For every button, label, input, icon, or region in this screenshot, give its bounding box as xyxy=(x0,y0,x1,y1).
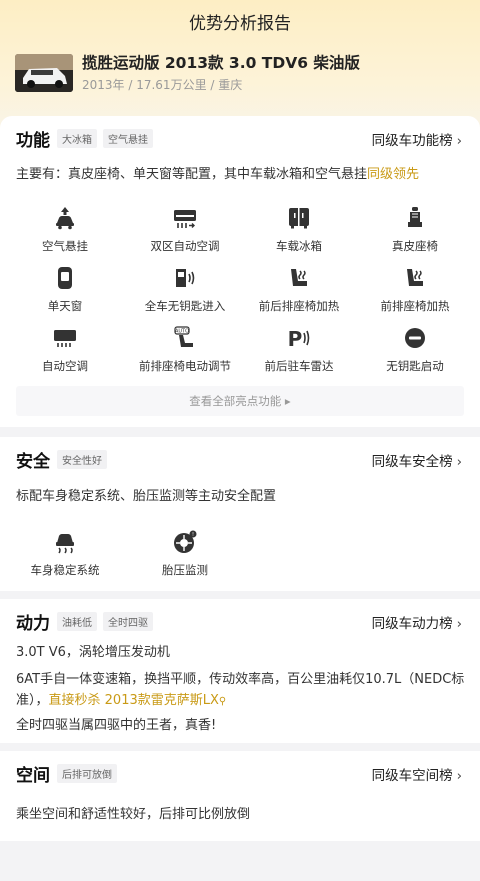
feature-label: 前排座椅加热 xyxy=(380,299,450,313)
sunroof-icon xyxy=(58,267,72,289)
keyless-start-icon xyxy=(405,328,425,348)
feature-seat-heat-front-rear[interactable]: 前后排座椅加热 xyxy=(239,266,359,314)
feature-tire-pressure[interactable]: ! 胎压监测 xyxy=(125,530,245,578)
feature-parking-radar[interactable]: P 前后驻车雷达 xyxy=(239,326,359,374)
chevron-right-icon: › xyxy=(456,454,462,470)
transmission-text: 6AT手自一体变速箱，换挡平顺，传动效率高，百公里油耗仅10.7L（NEDC标准… xyxy=(16,669,466,712)
feature-label: 全车无钥匙进入 xyxy=(144,299,226,313)
tag: 全时四驱 xyxy=(103,612,153,631)
space-card: 空间 后排可放倒 同级车空间榜 › 乘坐空间和舒适性较好，后排可比例放倒 xyxy=(0,751,480,841)
section-title: 功能 xyxy=(16,131,50,151)
keyless-entry-icon xyxy=(176,269,195,287)
section-title: 动力 xyxy=(16,614,50,634)
rank-link-label: 同级车空间榜 xyxy=(371,768,453,784)
feature-label: 前排座椅电动调节 xyxy=(139,359,231,373)
safety-card: 安全 安全性好 同级车安全榜 › 标配车身稳定系统、胎压监测等主动安全配置 车身稳… xyxy=(0,437,480,591)
space-summary: 乘坐空间和舒适性较好，后排可比例放倒 xyxy=(16,807,251,822)
auto-ac-icon xyxy=(54,330,76,347)
function-header: 功能 大冰箱 空气悬挂 xyxy=(16,126,153,151)
feature-label: 前后排座椅加热 xyxy=(258,299,340,313)
feature-auto-ac[interactable]: 自动空调 xyxy=(5,326,125,374)
tire-pressure-icon: ! xyxy=(174,530,197,553)
car-meta: 2013年 / 17.61万公里 / 重庆 xyxy=(82,78,243,92)
section-title: 安全 xyxy=(16,452,50,472)
chevron-right-icon: › xyxy=(456,768,462,784)
section-title: 空间 xyxy=(16,766,50,786)
chevron-right-icon: › xyxy=(456,616,462,632)
space-rank-link[interactable]: 同级车空间榜 › xyxy=(372,764,462,784)
space-header: 空间 后排可放倒 xyxy=(16,761,117,786)
feature-keyless-entry[interactable]: 全车无钥匙进入 xyxy=(125,266,245,314)
tag: 安全性好 xyxy=(57,450,107,469)
section-divider xyxy=(0,427,480,435)
fridge-icon xyxy=(289,208,309,229)
rank-link-label: 同级车安全榜 xyxy=(371,454,453,470)
feature-power-seat[interactable]: AUTO 前排座椅电动调节 xyxy=(125,326,245,374)
stability-control-icon xyxy=(56,534,74,554)
power-rank-link[interactable]: 同级车动力榜 › xyxy=(372,612,462,632)
engine-text: 3.0T V6，涡轮增压发动机 xyxy=(16,645,170,660)
summary-highlight: 同级领先 xyxy=(367,167,420,182)
svg-text:P: P xyxy=(288,327,303,350)
feature-seat-heat-front[interactable]: 前排座椅加热 xyxy=(355,266,475,314)
summary-text: 主要有：真皮座椅、单天窗等配置，其中车载冰箱和空气悬挂 xyxy=(16,167,368,182)
drivetrain-text: 全时四驱当属四驱中的王者，真香! xyxy=(16,718,217,733)
rival-highlight-link[interactable]: 直接秒杀 2013款雷克萨斯LX xyxy=(49,693,219,708)
tag: 油耗低 xyxy=(57,612,97,631)
safety-header: 安全 安全性好 xyxy=(16,447,107,472)
chevron-right-icon: › xyxy=(456,133,462,149)
function-card: 功能 大冰箱 空气悬挂 同级车功能榜 › 主要有：真皮座椅、单天窗等配置，其中车载… xyxy=(0,116,480,427)
rank-link-label: 同级车动力榜 xyxy=(371,616,453,632)
leather-seat-icon xyxy=(408,207,422,227)
feature-label: 双区自动空调 xyxy=(150,239,220,253)
search-icon: ⚲ xyxy=(218,696,227,707)
page-title: 优势分析报告 xyxy=(189,14,291,34)
feature-label: 自动空调 xyxy=(42,359,88,373)
feature-label: 单天窗 xyxy=(47,299,83,313)
safety-summary: 标配车身稳定系统、胎压监测等主动安全配置 xyxy=(16,489,277,504)
power-card: 动力 油耗低 全时四驱 同级车动力榜 › 3.0T V6，涡轮增压发动机 6AT手… xyxy=(0,599,480,743)
feature-keyless-start[interactable]: 无钥匙启动 xyxy=(355,326,475,374)
function-rank-link[interactable]: 同级车功能榜 › xyxy=(372,129,462,149)
feature-sunroof[interactable]: 单天窗 xyxy=(5,266,125,314)
feature-leather-seat[interactable]: 真皮座椅 xyxy=(355,206,475,254)
feature-label: 空气悬挂 xyxy=(42,239,88,253)
seat-heat-front-rear-icon xyxy=(291,269,307,286)
feature-stability-control[interactable]: 车身稳定系统 xyxy=(5,530,125,578)
car-thumbnail[interactable] xyxy=(15,54,73,92)
view-all-features-button[interactable]: 查看全部亮点功能 ▸ xyxy=(16,386,464,416)
section-divider xyxy=(0,591,480,599)
function-summary: 主要有：真皮座椅、单天窗等配置，其中车载冰箱和空气悬挂同级领先 xyxy=(16,163,419,182)
rank-link-label: 同级车功能榜 xyxy=(371,133,453,149)
seat-heat-front-icon xyxy=(407,269,423,286)
feature-label: 前后驻车雷达 xyxy=(264,359,334,373)
power-seat-icon: AUTO xyxy=(174,326,193,347)
air-suspension-icon xyxy=(56,207,74,230)
car-name: 揽胜运动版 2013款 3.0 TDV6 柴油版 xyxy=(82,54,360,72)
feature-fridge[interactable]: 车载冰箱 xyxy=(239,206,359,254)
section-divider xyxy=(0,743,480,751)
tag: 大冰箱 xyxy=(57,129,97,148)
safety-rank-link[interactable]: 同级车安全榜 › xyxy=(372,450,462,470)
tag: 空气悬挂 xyxy=(103,129,153,148)
tag: 后排可放倒 xyxy=(57,764,117,783)
feature-dual-zone-ac[interactable]: 双区自动空调 xyxy=(125,206,245,254)
feature-label: 车载冰箱 xyxy=(276,239,322,253)
dual-zone-ac-icon xyxy=(174,210,196,228)
feature-air-suspension[interactable]: 空气悬挂 xyxy=(5,206,125,254)
svg-text:!: ! xyxy=(192,532,194,538)
svg-text:AUTO: AUTO xyxy=(175,329,189,335)
power-header: 动力 油耗低 全时四驱 xyxy=(16,609,153,634)
feature-label: 无钥匙启动 xyxy=(386,359,444,373)
feature-label: 胎压监测 xyxy=(162,563,208,577)
parking-radar-icon: P xyxy=(288,327,310,350)
feature-label: 真皮座椅 xyxy=(392,239,438,253)
feature-label: 车身稳定系统 xyxy=(30,563,100,577)
